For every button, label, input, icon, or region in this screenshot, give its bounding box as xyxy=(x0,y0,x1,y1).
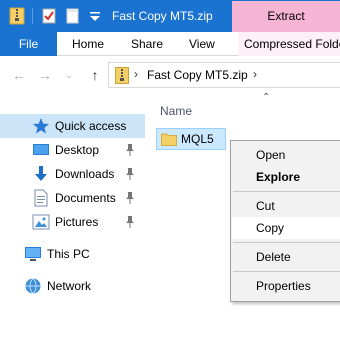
sidebar-item-label: Pictures xyxy=(55,215,99,229)
title-bar: Fast Copy MT5.zip Extract xyxy=(0,0,340,32)
title-separator xyxy=(32,8,33,24)
tab-share[interactable]: Share xyxy=(131,32,163,56)
pictures-icon xyxy=(32,214,50,230)
pin-icon[interactable] xyxy=(124,191,136,205)
sidebar-item-this-pc[interactable]: This PC xyxy=(0,242,145,266)
menu-item-properties[interactable]: Properties xyxy=(232,275,340,297)
network-icon xyxy=(25,278,41,294)
forward-button[interactable]: → xyxy=(34,64,56,86)
sidebar-item-label: Downloads xyxy=(55,167,115,181)
menu-item-copy[interactable]: Copy xyxy=(232,217,340,239)
properties-check-icon[interactable] xyxy=(40,7,58,25)
new-folder-icon[interactable] xyxy=(64,7,82,25)
zip-folder-icon xyxy=(115,67,129,84)
sidebar-item-label: This PC xyxy=(47,247,90,261)
recent-locations-chevron-icon[interactable]: ⌄ xyxy=(58,64,80,86)
sidebar-item-label: Desktop xyxy=(55,143,100,157)
desktop-icon xyxy=(33,144,49,155)
computer-icon xyxy=(25,247,41,261)
sidebar-item-documents[interactable]: Documents xyxy=(0,186,145,210)
window-title: Fast Copy MT5.zip xyxy=(112,9,213,23)
back-button[interactable]: ← xyxy=(8,64,30,86)
menu-item-open[interactable]: Open xyxy=(232,144,340,166)
menu-item-delete[interactable]: Delete xyxy=(232,246,340,268)
sidebar-item-downloads[interactable]: Downloads xyxy=(0,162,145,186)
sidebar-item-label: Quick access xyxy=(55,119,127,133)
sort-ascending-icon: ⌃ xyxy=(262,92,271,103)
up-button[interactable]: ↑ xyxy=(84,64,106,86)
sidebar-item-label: Documents xyxy=(55,191,116,205)
tab-extract[interactable]: Extract xyxy=(232,1,340,32)
ribbon-tabs: File Home Share View Compressed Folde xyxy=(0,32,340,56)
menu-separator xyxy=(233,242,340,243)
tab-home[interactable]: Home xyxy=(72,32,104,56)
address-bar[interactable]: › Fast Copy MT5.zip › xyxy=(108,62,340,88)
folder-icon xyxy=(161,133,177,146)
file-name: MQL5 xyxy=(181,132,214,146)
pin-icon[interactable] xyxy=(124,167,136,181)
star-icon xyxy=(33,118,49,134)
list-item[interactable]: MQL5 xyxy=(156,128,226,150)
sidebar-item-network[interactable]: Network xyxy=(0,274,145,298)
column-header-name[interactable]: Name xyxy=(160,104,192,118)
customize-dropdown-icon[interactable] xyxy=(86,7,104,25)
context-menu: Open Explore Cut Copy Delete Properties xyxy=(230,140,340,302)
document-icon xyxy=(34,189,48,207)
tab-file[interactable]: File xyxy=(0,32,57,56)
folder-zip-icon[interactable] xyxy=(8,7,26,25)
download-arrow-icon xyxy=(35,166,47,181)
menu-item-cut[interactable]: Cut xyxy=(232,195,340,217)
menu-item-explore[interactable]: Explore xyxy=(232,166,340,188)
sidebar-item-label: Network xyxy=(47,279,92,293)
menu-separator xyxy=(233,271,340,272)
sidebar-item-quick-access[interactable]: Quick access xyxy=(0,114,145,138)
breadcrumb-chevron-icon[interactable]: › xyxy=(134,67,138,81)
tab-view[interactable]: View xyxy=(189,32,215,56)
pin-icon[interactable] xyxy=(124,143,136,157)
breadcrumb-chevron-icon[interactable]: › xyxy=(253,67,257,81)
menu-separator xyxy=(233,191,340,192)
pin-icon[interactable] xyxy=(124,215,136,229)
sidebar-item-pictures[interactable]: Pictures xyxy=(0,210,145,234)
breadcrumb-current[interactable]: Fast Copy MT5.zip xyxy=(147,68,248,82)
tab-compressed-folder-tools[interactable]: Compressed Folde xyxy=(238,32,340,56)
sidebar-item-desktop[interactable]: Desktop xyxy=(0,138,145,162)
